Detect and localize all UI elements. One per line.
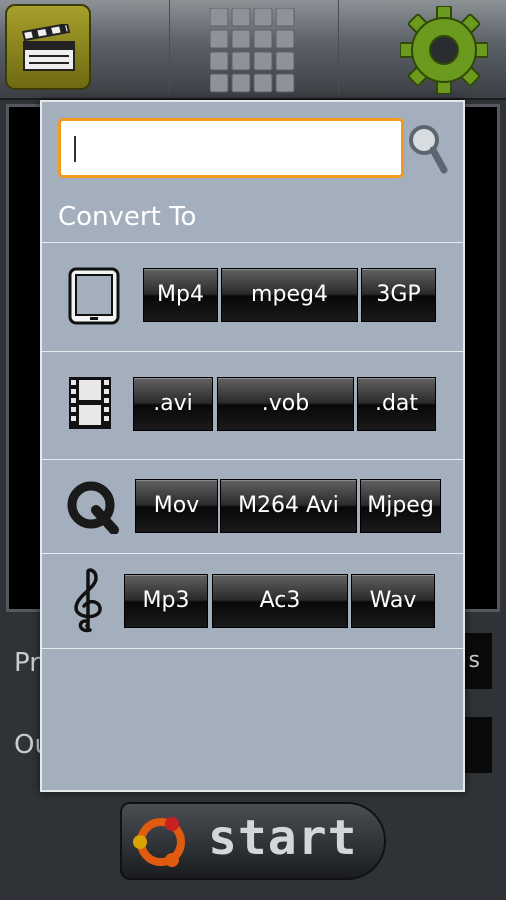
format-button[interactable]: Wav bbox=[351, 574, 435, 628]
format-button[interactable]: Mov bbox=[135, 479, 218, 533]
tablet-icon bbox=[68, 267, 120, 325]
toolbar-video-button[interactable] bbox=[0, 0, 168, 98]
toolbar-settings-button[interactable] bbox=[338, 0, 506, 98]
start-label: start bbox=[208, 810, 358, 866]
convert-dialog: Convert To Mp4 mpeg4 3GP .avi .vob .dat bbox=[40, 100, 465, 792]
dialog-title: Convert To bbox=[58, 202, 197, 232]
format-button[interactable]: Mjpeg bbox=[360, 479, 441, 533]
top-toolbar bbox=[0, 0, 506, 100]
format-button[interactable]: Mp4 bbox=[143, 268, 218, 322]
film-strip-icon bbox=[69, 377, 111, 429]
video-clapper-icon bbox=[21, 24, 75, 71]
search-icon[interactable] bbox=[408, 122, 448, 176]
video-button-frame bbox=[5, 4, 91, 90]
toolbar-grid-button[interactable] bbox=[169, 0, 339, 98]
divider bbox=[42, 648, 463, 649]
ubuntu-logo-icon bbox=[133, 817, 185, 867]
format-row-audio: Mp3 Ac3 Wav bbox=[42, 554, 463, 648]
format-button[interactable]: .vob bbox=[217, 377, 354, 431]
start-button[interactable]: start bbox=[120, 802, 386, 880]
format-row-film: .avi .vob .dat bbox=[42, 352, 463, 458]
format-button[interactable]: 3GP bbox=[361, 268, 436, 322]
format-button[interactable]: .dat bbox=[357, 377, 436, 431]
music-clef-icon bbox=[74, 568, 102, 633]
grid-icon bbox=[210, 8, 295, 93]
background-row1-label: Pr bbox=[14, 648, 40, 678]
format-row-quicktime: Mov M264 Avi Mjpeg bbox=[42, 460, 463, 552]
format-row-tablet: Mp4 mpeg4 3GP bbox=[42, 243, 463, 351]
format-button[interactable]: .avi bbox=[133, 377, 213, 431]
quicktime-icon bbox=[67, 481, 119, 534]
format-button[interactable]: Ac3 bbox=[212, 574, 348, 628]
search-input[interactable] bbox=[58, 118, 404, 178]
format-button[interactable]: Mp3 bbox=[124, 574, 208, 628]
format-button[interactable]: mpeg4 bbox=[221, 268, 358, 322]
format-button[interactable]: M264 Avi bbox=[220, 479, 357, 533]
gear-icon bbox=[400, 6, 488, 94]
text-caret bbox=[74, 136, 76, 162]
